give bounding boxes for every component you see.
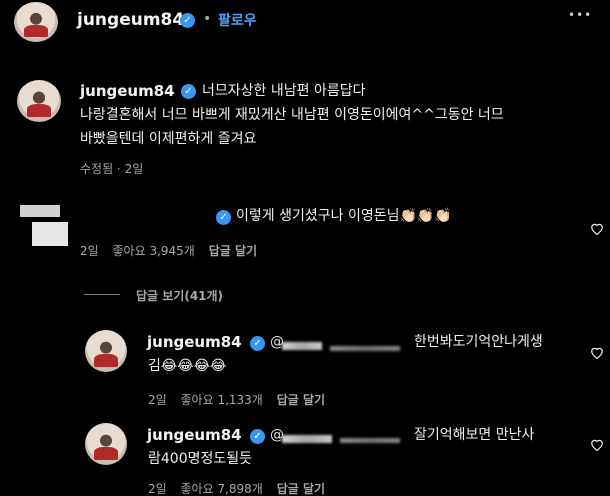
redacted-mention — [282, 342, 322, 350]
caption-line-1: 너므자상한 내남편 아름답다 — [202, 83, 366, 99]
reply-2-time: 2일 — [148, 482, 167, 496]
reply-2-username[interactable]: jungeum84 — [147, 426, 242, 444]
comment-1-reply[interactable]: 답글 달기 — [209, 244, 257, 258]
comment-1-time: 2일 — [80, 244, 99, 258]
reply-2-meta: 2일 좋아요 7,898개 답글 달기 — [148, 480, 335, 496]
caption-meta: 수정됨 · 2일 — [80, 162, 144, 176]
redacted-mention — [330, 346, 400, 351]
reply-2-reply[interactable]: 답글 달기 — [277, 482, 325, 496]
like-heart-icon[interactable] — [590, 344, 604, 360]
reply-2-avatar[interactable] — [85, 423, 127, 465]
view-replies-button[interactable]: 답글 보기(41개) — [136, 287, 223, 304]
caption-line-3: 바빴을텐데 이제편하게 즐겨요 — [80, 131, 257, 147]
reply-1-time: 2일 — [148, 393, 167, 407]
redacted-avatar — [32, 222, 68, 246]
follow-button[interactable]: 팔로우 — [218, 10, 257, 30]
verified-icon: ✓ — [180, 13, 195, 28]
reply-1-line-1: 한번봐도기억안나게생 — [414, 334, 543, 350]
comment-1-likes[interactable]: 좋아요 3,945개 — [113, 244, 195, 258]
reply-1-likes[interactable]: 좋아요 1,133개 — [181, 393, 263, 407]
reply-2-likes[interactable]: 좋아요 7,898개 — [181, 482, 263, 496]
verified-icon: ✓ — [250, 336, 265, 351]
like-heart-icon[interactable] — [590, 220, 604, 236]
comment-1-text: 이렇게 생기셨구나 이영돈님👏🏻👏🏻👏🏻 — [236, 208, 452, 224]
reply-1-line-2: 김😂😂😂😂 — [148, 358, 227, 374]
redacted-mention — [340, 438, 400, 443]
reply-1-meta: 2일 좋아요 1,133개 답글 달기 — [148, 391, 335, 408]
view-replies-line — [84, 294, 120, 295]
header-avatar[interactable] — [14, 2, 58, 42]
verified-icon: ✓ — [216, 210, 231, 225]
caption-line-2: 나랑결혼해서 너므 바쁘게 재밌게산 내남편 이영돈이에여^^그동안 너므 — [80, 107, 504, 123]
comment-1-meta: 2일 좋아요 3,945개 답글 달기 — [80, 242, 267, 259]
verified-icon: ✓ — [181, 84, 196, 99]
like-heart-icon[interactable] — [590, 436, 604, 452]
reply-2-line-2: 람400명정도될듯 — [148, 451, 253, 467]
reply-1-avatar[interactable] — [85, 330, 127, 372]
caption-username[interactable]: jungeum84 — [80, 82, 175, 100]
reply-2-line-1: 잘기억해보면 만난사 — [414, 427, 535, 443]
separator-dot: • — [203, 11, 212, 27]
redacted-mention — [282, 435, 332, 443]
more-options-icon[interactable]: ••• — [568, 8, 592, 22]
reply-1-username[interactable]: jungeum84 — [147, 333, 242, 351]
reply-1-reply[interactable]: 답글 달기 — [277, 393, 325, 407]
caption-avatar[interactable] — [17, 80, 61, 122]
redacted-avatar — [20, 205, 60, 217]
header-username[interactable]: jungeum84 — [77, 10, 184, 30]
verified-icon: ✓ — [250, 429, 265, 444]
